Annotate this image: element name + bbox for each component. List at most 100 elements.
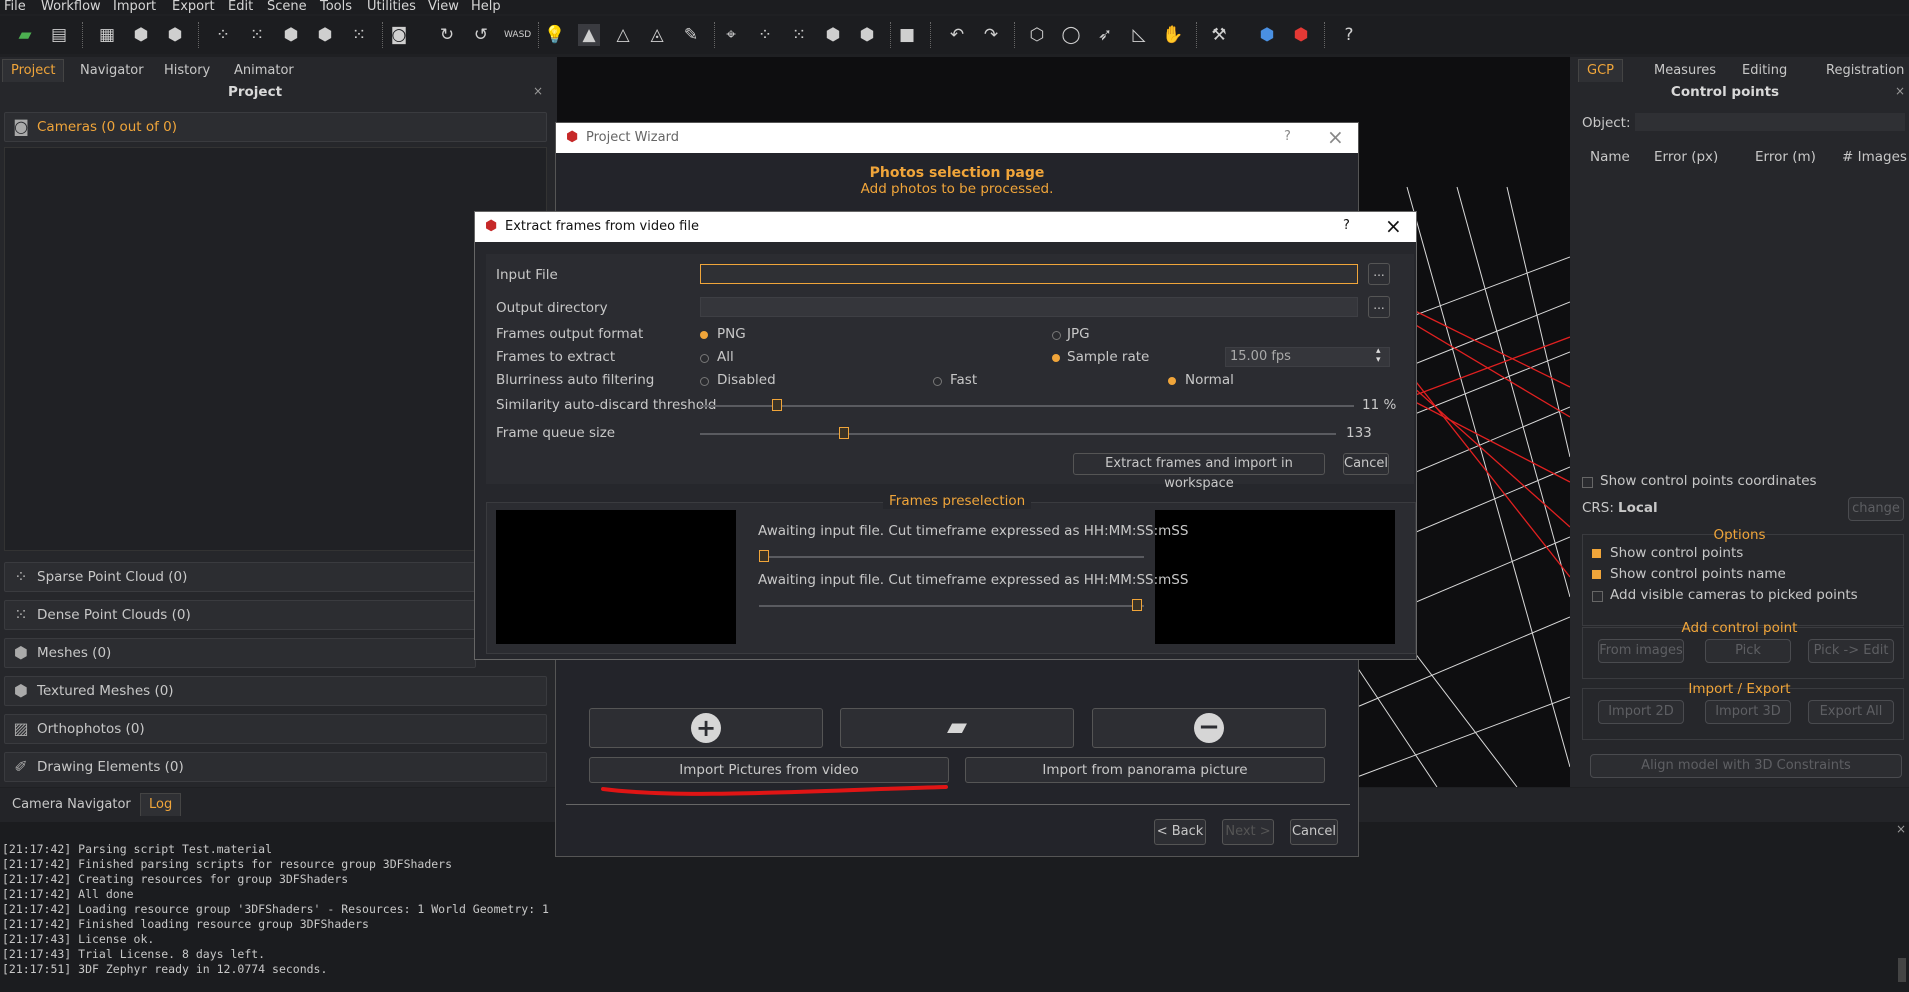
next-button[interactable]: Next > [1222,819,1274,845]
menu-file[interactable]: File [4,0,26,14]
redo-icon[interactable]: ↷ [980,24,1002,46]
remove-photos-button[interactable]: − [1092,708,1326,748]
browse-input-button[interactable]: ... [1368,263,1390,285]
orthophotos-section[interactable]: ▨ Orthophotos (0) [4,714,547,744]
start-cut-slider-track[interactable] [759,556,1144,558]
browse-output-button[interactable]: ... [1368,296,1390,318]
grid-icon[interactable]: ▦ [96,24,118,46]
cube-red-icon[interactable]: ⬢ [1290,24,1312,46]
import-pictures-from-video-button[interactable]: Import Pictures from video [589,757,949,783]
tab-registration[interactable]: Registration [1818,60,1909,82]
circle-icon[interactable]: ◯ [1060,24,1082,46]
object-select[interactable] [1635,113,1905,131]
close-icon[interactable]: × [1895,84,1905,98]
extract-frames-button[interactable]: Extract frames and import in workspace [1073,453,1325,491]
undo-icon[interactable]: ↶ [946,24,968,46]
menu-help[interactable]: Help [471,0,501,14]
triangle-icon[interactable]: ▲ [578,24,600,46]
tool-icon[interactable]: ⚒ [1208,24,1230,46]
import-from-panorama-button[interactable]: Import from panorama picture [965,757,1325,783]
triangle-icon[interactable]: ◬ [646,24,668,46]
input-file-field[interactable] [700,264,1358,284]
menu-import[interactable]: Import [113,0,156,14]
menu-scene[interactable]: Scene [267,0,307,14]
cube-icon[interactable]: ⬢ [130,24,152,46]
close-icon[interactable]: × [1896,822,1906,836]
tab-log[interactable]: Log [140,793,182,816]
close-icon[interactable]: × [1327,125,1344,149]
tab-animator[interactable]: Animator [226,60,302,82]
blur-normal-radio[interactable] [1168,377,1176,385]
tab-measures[interactable]: Measures [1646,60,1724,82]
show-coords-checkbox[interactable] [1582,477,1593,488]
cube-icon[interactable]: ⬢ [280,24,302,46]
help-icon[interactable]: ? [1343,218,1350,233]
similarity-slider-track[interactable] [700,405,1354,407]
close-icon[interactable]: × [533,84,543,98]
start-cut-slider-handle[interactable] [759,550,769,562]
menu-view[interactable]: View [428,0,459,14]
tab-navigator[interactable]: Navigator [72,60,152,82]
cube-icon[interactable]: ⬢ [856,24,878,46]
end-cut-slider-track[interactable] [759,605,1144,607]
hand-icon[interactable]: ✋ [1162,24,1184,46]
add-photos-button[interactable]: + [589,708,823,748]
show-control-points-checkbox[interactable] [1592,549,1601,558]
menu-utilities[interactable]: Utilities [367,0,416,14]
cube-icon[interactable]: ⬢ [822,24,844,46]
frames-all-radio[interactable] [700,354,709,363]
scrollbar[interactable] [1898,958,1906,982]
queue-slider-track[interactable] [700,433,1336,435]
add-visible-cameras-checkbox[interactable] [1592,591,1603,602]
output-directory-field[interactable] [700,297,1358,317]
pick-button[interactable]: Pick [1705,639,1791,663]
ruler-icon[interactable]: ◺ [1128,24,1150,46]
wizard-cancel-button[interactable]: Cancel [1290,819,1338,845]
cameras-section[interactable]: ◙ Cameras (0 out of 0) [4,112,547,142]
meshes-section[interactable]: ⬢ Meshes (0) [4,638,476,668]
tab-project[interactable]: Project [2,59,65,82]
blur-fast-radio[interactable] [933,377,942,386]
menu-edit[interactable]: Edit [228,0,253,14]
arrow-icon[interactable]: ➶ [1094,24,1116,46]
shape-icon[interactable]: ⬡ [1026,24,1048,46]
help-icon[interactable]: ? [1338,24,1360,46]
cube-icon[interactable]: ⬢ [314,24,336,46]
export-all-button[interactable]: Export All [1808,700,1894,724]
align-model-button[interactable]: Align model with 3D Constraints [1590,754,1902,778]
add-folder-button[interactable]: ▰ [840,708,1074,748]
tab-gcp[interactable]: GCP [1578,59,1623,82]
menu-tools[interactable]: Tools [320,0,352,14]
help-icon[interactable]: ? [1284,129,1291,144]
points-icon[interactable]: ⁙ [788,24,810,46]
similarity-slider-handle[interactable] [771,399,782,411]
import-3d-button[interactable]: Import 3D [1705,700,1791,724]
points-icon[interactable]: ⁘ [754,24,776,46]
points-icon[interactable]: ⁙ [348,24,370,46]
import-2d-button[interactable]: Import 2D [1598,700,1684,724]
tab-history[interactable]: History [156,60,218,82]
blur-disabled-radio[interactable] [700,377,709,386]
close-icon[interactable]: × [1385,214,1402,238]
pick-edit-button[interactable]: Pick -> Edit [1808,639,1894,663]
spin-arrows-icon[interactable]: ▴ ▾ [1376,347,1381,365]
end-cut-slider-handle[interactable] [1132,599,1142,611]
save-icon[interactable]: ▤ [48,24,70,46]
format-jpg-radio[interactable] [1052,331,1061,340]
square-icon[interactable]: ■ [896,24,918,46]
rotate-icon[interactable]: ↻ [436,24,458,46]
points-icon[interactable]: ⁙ [246,24,268,46]
measure-icon[interactable]: ⌖ [720,24,742,46]
change-crs-button[interactable]: change [1848,497,1904,521]
from-images-button[interactable]: From images [1598,639,1684,663]
fps-spinbox[interactable]: 15.00 fps ▴ ▾ [1225,347,1390,367]
tab-camera-navigator[interactable]: Camera Navigator [4,794,139,816]
bulb-icon[interactable]: 💡 [544,24,566,46]
frames-sample-rate-radio[interactable] [1052,354,1060,362]
back-button[interactable]: < Back [1154,819,1206,845]
queue-slider-handle[interactable] [839,427,849,439]
menu-export[interactable]: Export [172,0,215,14]
cube-icon[interactable]: ⬢ [164,24,186,46]
menu-workflow[interactable]: Workflow [41,0,101,14]
points-icon[interactable]: ⁘ [212,24,234,46]
